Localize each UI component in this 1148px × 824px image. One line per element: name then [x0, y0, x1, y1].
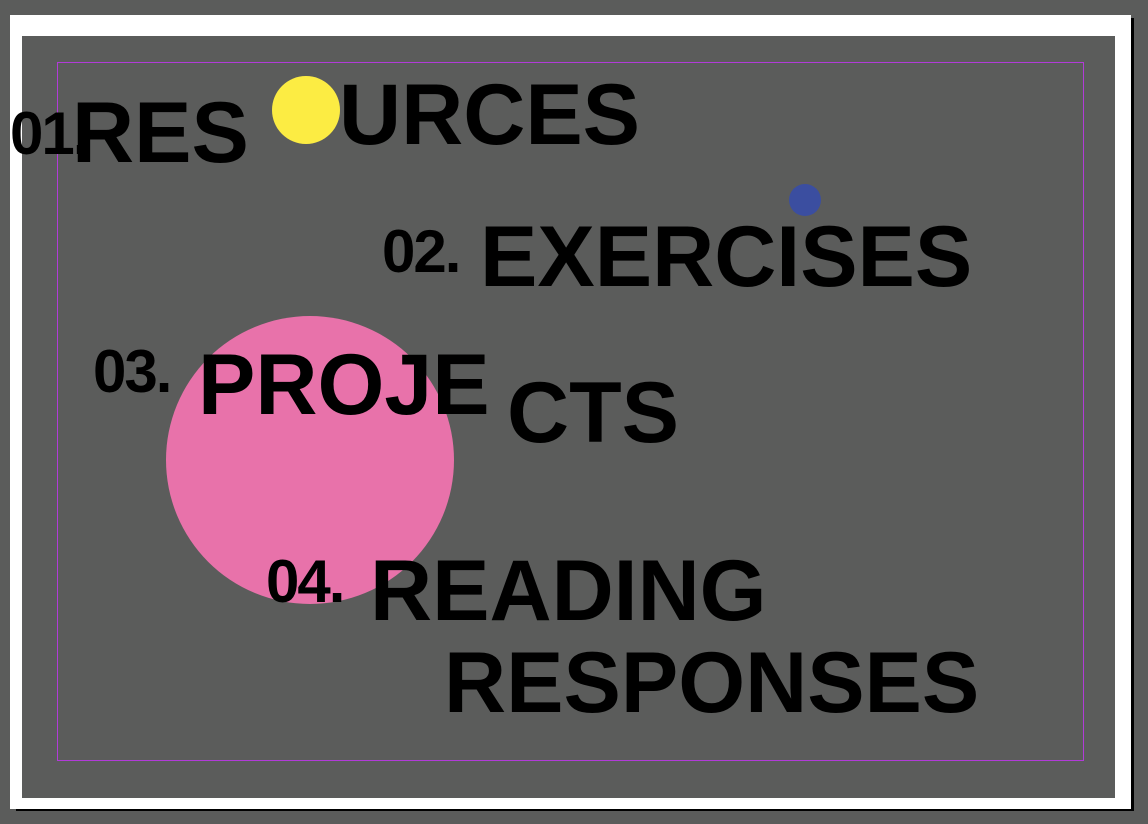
item-2-title[interactable]: EXERCISES [480, 214, 972, 300]
item-4-number[interactable]: 04. [266, 552, 345, 612]
item-1-title-part1[interactable]: RES [72, 90, 249, 176]
item-3-title-part2[interactable]: CTS [507, 370, 679, 456]
document-canvas: 01. RES URCES 02. EXERCISES 03. PROJE CT… [0, 0, 1148, 824]
item-3-number[interactable]: 03. [93, 342, 172, 402]
item-4-title-line2[interactable]: RESPONSES [444, 640, 979, 726]
item-2-number[interactable]: 02. [382, 222, 461, 282]
item-3-title-part1[interactable]: PROJE [198, 342, 490, 428]
item-4-title-line1[interactable]: READING [370, 548, 767, 634]
yellow-dot[interactable] [272, 76, 340, 144]
item-1-title-part2[interactable]: URCES [339, 72, 640, 158]
